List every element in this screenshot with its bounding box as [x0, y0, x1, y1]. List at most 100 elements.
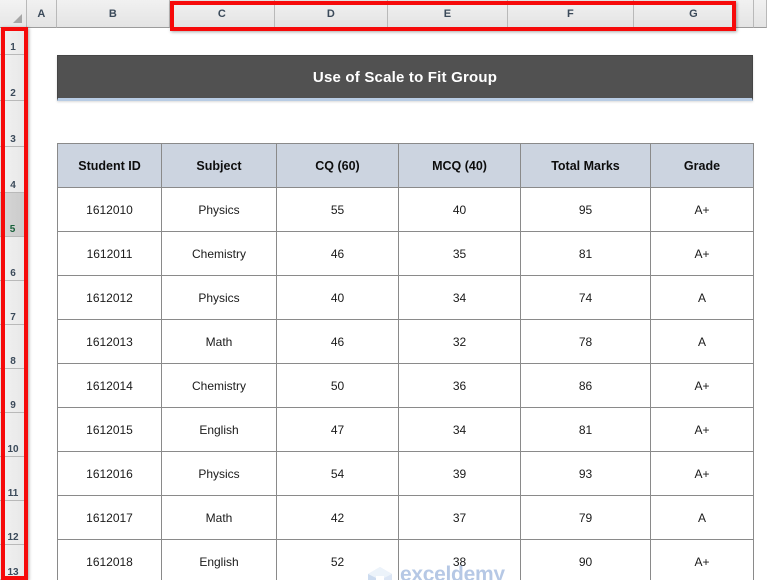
column-header-f[interactable]: F [508, 0, 634, 28]
cell-grade[interactable]: A+ [650, 187, 754, 232]
row-header-strip: 1 2 3 4 5 6 7 8 9 10 11 12 13 [0, 28, 27, 580]
cell-cq-score[interactable]: 54 [276, 451, 399, 496]
table-row[interactable]: 1612014 Chemistry 50 36 86 A+ [57, 363, 754, 408]
table-row[interactable]: 1612016 Physics 54 39 93 A+ [57, 451, 754, 496]
table-row[interactable]: 1612017 Math 42 37 79 A [57, 495, 754, 540]
cell-mcq-score[interactable]: 39 [398, 451, 521, 496]
column-header-filler [754, 0, 767, 28]
cell-mcq-score[interactable]: 40 [398, 187, 521, 232]
cell-total-marks[interactable]: 81 [520, 231, 651, 276]
cell-subject[interactable]: Physics [161, 451, 277, 496]
row-header-10[interactable]: 10 [0, 413, 27, 457]
cell-student-id[interactable]: 1612014 [57, 363, 162, 408]
cell-total-marks[interactable]: 81 [520, 407, 651, 452]
cell-cq-score[interactable]: 46 [276, 231, 399, 276]
cell-subject[interactable]: English [161, 407, 277, 452]
column-header-grade[interactable]: Grade [650, 143, 754, 188]
cell-subject[interactable]: Chemistry [161, 231, 277, 276]
column-header-student-id[interactable]: Student ID [57, 143, 162, 188]
row-header-3[interactable]: 3 [0, 101, 27, 147]
cell-total-marks[interactable]: 93 [520, 451, 651, 496]
row-header-4[interactable]: 4 [0, 147, 27, 193]
cell-student-id[interactable]: 1612012 [57, 275, 162, 320]
page-title: Use of Scale to Fit Group [312, 68, 498, 86]
cell-grade[interactable]: A [650, 319, 754, 364]
table-row[interactable]: 1612012 Physics 40 34 74 A [57, 275, 754, 320]
table-row[interactable]: 1612011 Chemistry 46 35 81 A+ [57, 231, 754, 276]
cell-cq-score[interactable]: 47 [276, 407, 399, 452]
cell-subject[interactable]: English [161, 539, 277, 580]
cell-grade[interactable]: A+ [650, 539, 754, 580]
cell-mcq-score[interactable]: 38 [398, 539, 521, 580]
cell-total-marks[interactable]: 95 [520, 187, 651, 232]
cell-cq-score[interactable]: 55 [276, 187, 399, 232]
cell-total-marks[interactable]: 74 [520, 275, 651, 320]
select-all-triangle-icon [13, 14, 22, 23]
cell-total-marks[interactable]: 86 [520, 363, 651, 408]
cell-student-id[interactable]: 1612017 [57, 495, 162, 540]
column-header-cq[interactable]: CQ (60) [276, 143, 399, 188]
cell-grade[interactable]: A+ [650, 451, 754, 496]
row-header-11[interactable]: 11 [0, 457, 27, 501]
row-header-8[interactable]: 8 [0, 325, 27, 369]
cell-student-id[interactable]: 1612016 [57, 451, 162, 496]
table-row[interactable]: 1612010 Physics 55 40 95 A+ [57, 187, 754, 232]
cell-student-id[interactable]: 1612015 [57, 407, 162, 452]
spreadsheet-app: Use of Scale to Fit Group Student ID Sub… [0, 0, 767, 580]
cell-total-marks[interactable]: 78 [520, 319, 651, 364]
cell-subject[interactable]: Chemistry [161, 363, 277, 408]
title-banner[interactable]: Use of Scale to Fit Group [57, 55, 753, 101]
cell-cq-score[interactable]: 52 [276, 539, 399, 580]
row-header-7[interactable]: 7 [0, 281, 27, 325]
row-header-12[interactable]: 12 [0, 501, 27, 545]
cell-grade[interactable]: A [650, 275, 754, 320]
cell-mcq-score[interactable]: 32 [398, 319, 521, 364]
row-header-13[interactable]: 13 [0, 545, 27, 580]
row-header-2[interactable]: 2 [0, 55, 27, 101]
column-header-strip: ABCDEFG [0, 0, 767, 28]
cell-cq-score[interactable]: 40 [276, 275, 399, 320]
table-header-row: Student ID Subject CQ (60) MCQ (40) Tota… [57, 143, 754, 188]
cell-cq-score[interactable]: 50 [276, 363, 399, 408]
student-marks-table[interactable]: Student ID Subject CQ (60) MCQ (40) Tota… [57, 143, 754, 580]
row-header-6[interactable]: 6 [0, 237, 27, 281]
cell-mcq-score[interactable]: 34 [398, 275, 521, 320]
table-row[interactable]: 1612015 English 47 34 81 A+ [57, 407, 754, 452]
cell-mcq-score[interactable]: 34 [398, 407, 521, 452]
cell-mcq-score[interactable]: 35 [398, 231, 521, 276]
row-header-1[interactable]: 1 [0, 28, 27, 55]
cell-cq-score[interactable]: 46 [276, 319, 399, 364]
column-header-d[interactable]: D [275, 0, 388, 28]
table-row[interactable]: 1612013 Math 46 32 78 A [57, 319, 754, 364]
column-header-c[interactable]: C [170, 0, 275, 28]
cell-total-marks[interactable]: 90 [520, 539, 651, 580]
cell-student-id[interactable]: 1612010 [57, 187, 162, 232]
cell-cq-score[interactable]: 42 [276, 495, 399, 540]
cell-grade[interactable]: A [650, 495, 754, 540]
select-all-corner-button[interactable] [0, 0, 27, 28]
cell-subject[interactable]: Physics [161, 187, 277, 232]
cell-subject[interactable]: Physics [161, 275, 277, 320]
cell-mcq-score[interactable]: 36 [398, 363, 521, 408]
table-row[interactable]: 1612018 English 52 38 90 A+ [57, 539, 754, 580]
sheet-grid-body[interactable]: Use of Scale to Fit Group Student ID Sub… [27, 28, 767, 580]
cell-student-id[interactable]: 1612013 [57, 319, 162, 364]
cell-mcq-score[interactable]: 37 [398, 495, 521, 540]
cell-student-id[interactable]: 1612018 [57, 539, 162, 580]
column-header-e[interactable]: E [388, 0, 508, 28]
column-header-total-marks[interactable]: Total Marks [520, 143, 651, 188]
cell-student-id[interactable]: 1612011 [57, 231, 162, 276]
cell-grade[interactable]: A+ [650, 407, 754, 452]
row-header-5[interactable]: 5 [0, 193, 27, 237]
cell-subject[interactable]: Math [161, 319, 277, 364]
cell-grade[interactable]: A+ [650, 363, 754, 408]
column-header-mcq[interactable]: MCQ (40) [398, 143, 521, 188]
column-header-g[interactable]: G [634, 0, 754, 28]
column-header-a[interactable]: A [27, 0, 57, 28]
column-header-b[interactable]: B [57, 0, 170, 28]
cell-subject[interactable]: Math [161, 495, 277, 540]
column-header-subject[interactable]: Subject [161, 143, 277, 188]
cell-total-marks[interactable]: 79 [520, 495, 651, 540]
cell-grade[interactable]: A+ [650, 231, 754, 276]
row-header-9[interactable]: 9 [0, 369, 27, 413]
